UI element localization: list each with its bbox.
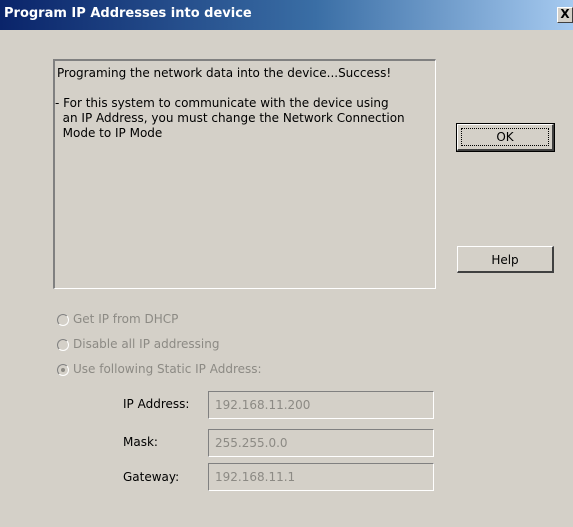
mask-label: Mask: (123, 435, 158, 449)
dialog-window: Program IP Addresses into device X Progr… (0, 0, 573, 527)
status-message-box: Programing the network data into the dev… (53, 59, 436, 289)
help-button[interactable]: Help (457, 246, 554, 273)
ok-button-label: OK (496, 130, 514, 144)
window-title: Program IP Addresses into device (4, 6, 252, 21)
gateway-field[interactable] (208, 463, 434, 491)
radio-static-ip-label: Use following Static IP Address: (73, 362, 262, 376)
gateway-label: Gateway: (123, 470, 180, 484)
mask-field[interactable] (208, 429, 434, 457)
help-button-label: Help (491, 253, 519, 267)
message-line: Programing the network data into the dev… (57, 66, 392, 80)
radio-button-icon[interactable] (57, 339, 69, 351)
message-line: Mode to IP Mode (55, 126, 163, 140)
ok-button[interactable]: OK (456, 123, 555, 152)
ip-address-label: IP Address: (123, 397, 190, 411)
radio-button-selected-icon[interactable] (57, 364, 69, 376)
radio-disable-ip-label: Disable all IP addressing (73, 337, 220, 351)
message-line: - For this system to communicate with th… (55, 96, 389, 110)
close-button[interactable]: X (557, 7, 573, 23)
title-bar: Program IP Addresses into device X (0, 0, 573, 30)
ip-address-field[interactable] (208, 391, 434, 419)
close-icon: X (560, 7, 570, 21)
radio-dhcp-label: Get IP from DHCP (73, 312, 179, 326)
radio-button-icon[interactable] (57, 314, 69, 326)
message-line: an IP Address, you must change the Netwo… (55, 111, 405, 125)
